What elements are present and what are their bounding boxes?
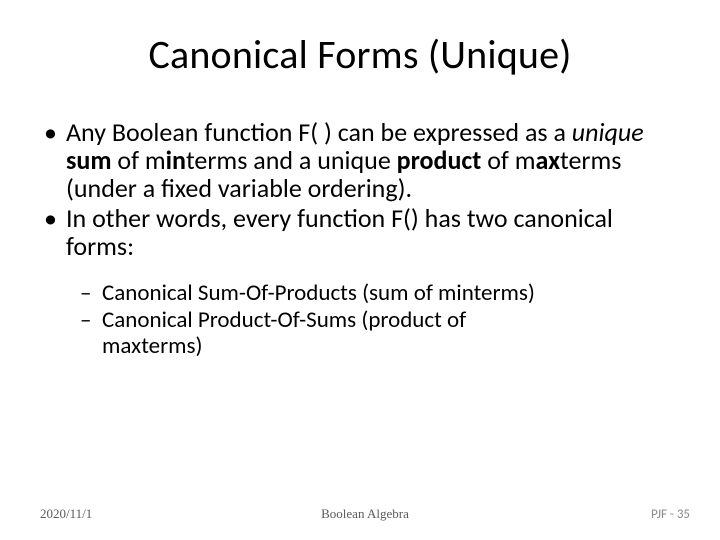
- footer-page: PJF - 35: [651, 507, 690, 522]
- text: maxterms): [102, 332, 202, 360]
- bullet-level2: Canonical Sum-Of-Products (sum of minter…: [80, 280, 680, 306]
- text: Canonical Product-Of-Sums (product of: [102, 306, 466, 334]
- text: In other words, every function F() has t…: [66, 202, 613, 262]
- bullet-level1: Any Boolean function F( ) can be express…: [40, 118, 680, 202]
- bullet-level2-group: Canonical Sum-Of-Products (sum of minter…: [40, 280, 680, 359]
- slide-body: Any Boolean function F( ) can be express…: [40, 118, 680, 360]
- text: Canonical Sum-Of-Products (sum of minter…: [102, 279, 535, 307]
- bullet-level1: In other words, every function F() has t…: [40, 204, 680, 260]
- footer-center: Boolean Algebra: [40, 506, 690, 522]
- bullet-level2: Canonical Product-Of-Sums (product of: [80, 307, 680, 333]
- text: of m: [481, 144, 535, 176]
- text-bold: ax: [535, 144, 560, 176]
- slide-title: Canonical Forms (Unique): [0, 30, 720, 79]
- bullet-level2-continuation: maxterms): [80, 333, 680, 359]
- slide: Canonical Forms (Unique) Any Boolean fun…: [0, 0, 720, 540]
